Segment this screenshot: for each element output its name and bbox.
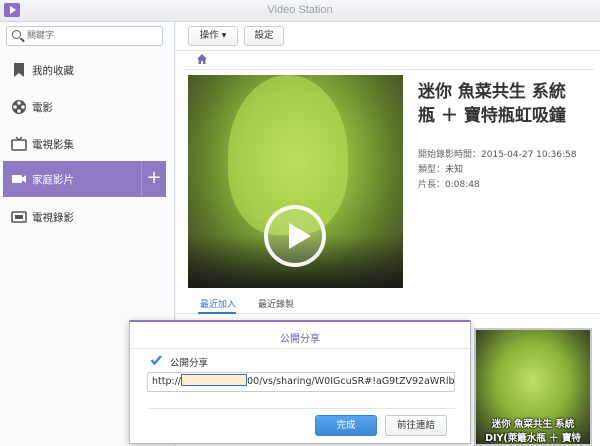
active-tab-indicator xyxy=(198,312,236,314)
title-bar: Video Station xyxy=(0,0,600,22)
camcorder-icon xyxy=(12,175,26,183)
thumbnail-caption: 迷你 魚菜共生 系統 xyxy=(491,419,575,430)
video-thumbnail[interactable]: 迷你 魚菜共生 系統 DIY(萊籬水瓶 ＋ 寶特 xyxy=(474,328,592,446)
sidebar-item-movies[interactable]: 電影 xyxy=(3,89,163,125)
home-icon[interactable] xyxy=(196,53,208,65)
public-share-label: 公開分享 xyxy=(170,358,209,369)
record-time-value: 2015-04-27 10:36:58 xyxy=(481,150,577,160)
bookmark-icon xyxy=(14,63,24,77)
done-button[interactable]: 完成 xyxy=(315,415,377,436)
sidebar-item-tv-recording[interactable]: 電視錄影 xyxy=(3,199,163,235)
type-value: 未知 xyxy=(445,165,464,175)
length-label: 片長： xyxy=(418,180,446,190)
sidebar-item-label: 電視錄影 xyxy=(32,212,74,224)
video-type: 類型：未知 xyxy=(418,162,463,175)
video-preview[interactable] xyxy=(188,75,403,288)
tv-icon xyxy=(11,136,27,151)
record-time-label: 開始錄影時間： xyxy=(418,150,482,160)
record-time: 開始錄影時間：2015-04-27 10:36:58 xyxy=(418,147,577,160)
url-suffix: 00/vs/sharing/W0IGcuSR#!aG9tZV92aWRlb xyxy=(247,376,455,387)
sidebar-item-label: 我的收藏 xyxy=(32,65,74,77)
video-title-line: 迷你 魚菜共生 系統 xyxy=(418,82,566,102)
play-icon[interactable] xyxy=(264,205,326,267)
type-label: 類型： xyxy=(418,165,446,175)
sidebar-item-label: 電影 xyxy=(32,102,53,114)
video-title: 迷你 魚菜共生 系統 瓶 ＋ 寶特瓶虹吸鐘 xyxy=(418,80,600,128)
settings-button[interactable]: 設定 xyxy=(244,26,284,46)
sidebar-item-label: 家庭影片 xyxy=(32,174,74,186)
search-box[interactable] xyxy=(6,26,163,46)
search-icon xyxy=(12,30,21,39)
sidebar-item-tv-shows[interactable]: 電視影集 xyxy=(3,126,163,162)
film-reel-icon xyxy=(12,100,26,114)
video-title-line: 瓶 ＋ 寶特瓶虹吸鐘 xyxy=(418,106,566,126)
tv-recording-icon xyxy=(11,211,27,223)
app-title: Video Station xyxy=(267,4,333,16)
dialog-title: 公開分享 xyxy=(280,334,320,345)
tab-recently-recorded[interactable]: 最近錄製 xyxy=(258,297,294,310)
sidebar-item-home-videos[interactable]: 家庭影片 + xyxy=(3,161,166,197)
tabs-bar: 最近加入 最近錄製 xyxy=(176,292,600,314)
toolbar-divider xyxy=(176,50,600,51)
video-length: 片長：0:08:48 xyxy=(418,177,480,190)
thumbnail-caption: DIY(萊籬水瓶 ＋ 寶特 xyxy=(485,433,581,444)
sidebar-item-favorites[interactable]: 我的收藏 xyxy=(3,52,163,88)
breadcrumb-divider xyxy=(184,69,594,70)
length-value: 0:08:48 xyxy=(445,180,480,190)
dialog-footer-divider xyxy=(147,408,455,409)
share-url-field[interactable]: http:// 00/vs/sharing/W0IGcuSR#!aG9tZV92a… xyxy=(147,372,455,392)
goto-link-button[interactable]: 前往連結 xyxy=(385,415,447,436)
tab-recently-added[interactable]: 最近加入 xyxy=(200,297,236,310)
share-dialog: 公開分享 公開分享 http:// 00/vs/sharing/W0IGcuSR#… xyxy=(129,320,471,444)
public-share-checkbox[interactable] xyxy=(150,354,162,366)
dialog-divider xyxy=(130,348,470,349)
url-prefix: http:// xyxy=(152,376,182,387)
action-button[interactable]: 操作 ▾ xyxy=(188,26,238,46)
add-button[interactable]: + xyxy=(141,161,166,197)
sidebar-item-label: 電視影集 xyxy=(32,139,74,151)
url-redaction xyxy=(181,374,248,386)
search-input[interactable] xyxy=(27,28,157,44)
